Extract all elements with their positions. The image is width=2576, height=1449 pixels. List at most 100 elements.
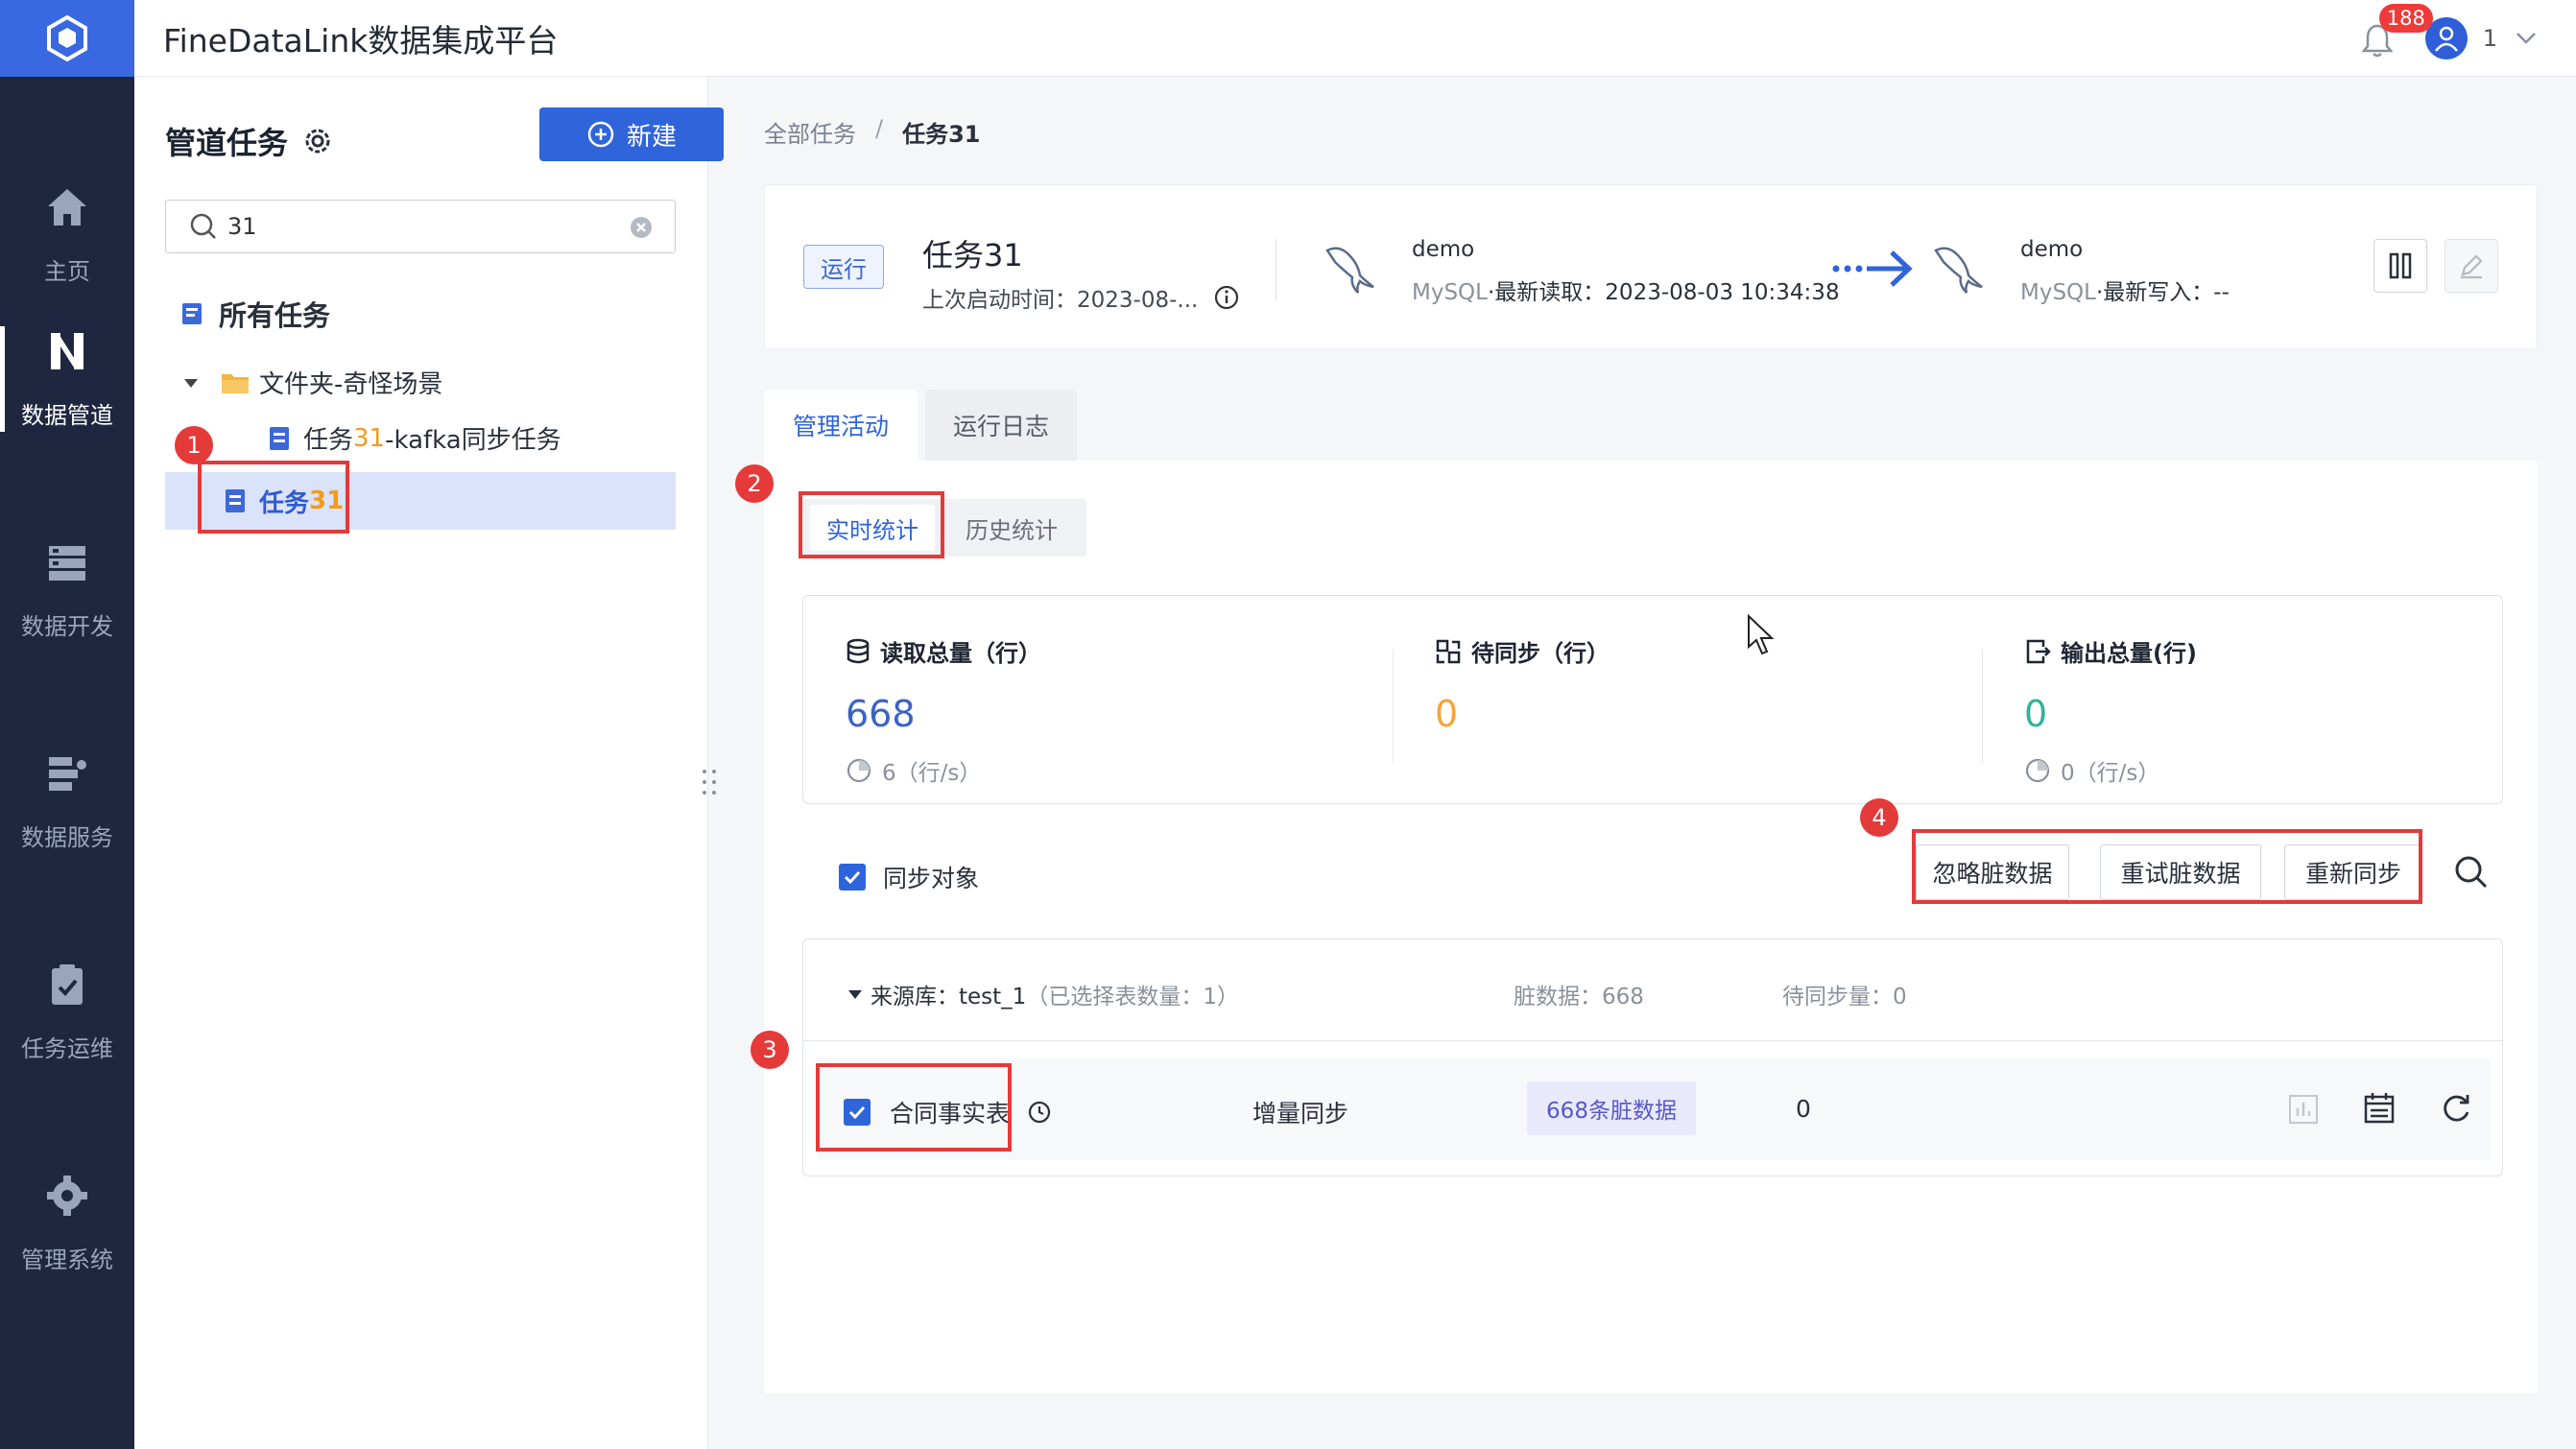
annotation-marker-3: 3 — [751, 1031, 789, 1069]
breadcrumb-current: 任务31 — [902, 121, 981, 148]
tab-run-log[interactable]: 运行日志 — [925, 390, 1077, 461]
target-db-info: MySQL·最新写入：-- — [2020, 273, 2230, 306]
annotation-marker-1: 1 — [175, 426, 213, 464]
flow-arrow-icon — [1832, 250, 1913, 287]
source-read-time: 2023-08-03 10:34:38 — [1605, 280, 1840, 305]
status-badge: 运行 — [803, 245, 884, 289]
search-icon[interactable] — [2453, 854, 2490, 891]
new-task-label: 新建 — [626, 122, 677, 152]
nav-label: 管理系统 — [21, 1246, 113, 1273]
pause-icon — [2389, 252, 2412, 279]
nav-label: 任务运维 — [21, 1034, 113, 1062]
clear-icon[interactable] — [629, 215, 654, 240]
pipeline-icon — [51, 332, 83, 369]
stat-pending: 待同步（行） 0 — [1435, 634, 1610, 735]
selected-table-count: （已选择表数量：1） — [1026, 985, 1239, 1010]
nav-rail: 主页 数据管道 数据开发 数据服务 任务运维 管理系统 — [0, 0, 134, 1449]
drag-handle-icon[interactable] — [701, 768, 718, 796]
pencil-icon — [2461, 254, 2483, 279]
nav-item-service[interactable]: 数据服务 — [0, 710, 134, 892]
sync-object-toggle[interactable]: 同步对象 — [839, 860, 979, 894]
info-icon[interactable] — [1213, 284, 1240, 311]
notification-button[interactable]: 188 — [2361, 4, 2433, 58]
breadcrumb-root[interactable]: 全部任务 — [764, 115, 856, 149]
source-db-info: MySQL·最新读取：2023-08-03 10:34:38 — [1412, 273, 1840, 306]
stat-output-label: 输出总量(行) — [2024, 634, 2197, 668]
breadcrumb: 全部任务 / 任务31 — [764, 115, 981, 149]
last-start-text: 上次启动时间：2023-08-... — [922, 288, 1199, 313]
stat-output-label-text: 输出总量(行) — [2061, 640, 2197, 667]
tree-folder[interactable]: 文件夹-奇怪场景 — [184, 365, 442, 400]
stat-output-rate: 0（行/s） — [2024, 754, 2197, 787]
target-write-time: -- — [2213, 280, 2230, 305]
nav-item-pipeline[interactable]: 数据管道 — [0, 288, 134, 470]
calendar-icon[interactable] — [2362, 1091, 2397, 1126]
source-db: demo MySQL·最新读取：2023-08-03 10:34:38 — [1322, 237, 1840, 306]
dirty-data-badge[interactable]: 668条脏数据 — [1527, 1081, 1696, 1135]
export-file-icon — [2026, 639, 2051, 663]
service-icon — [49, 756, 86, 791]
dev-icon — [49, 545, 85, 581]
bar-chart-icon[interactable] — [2287, 1093, 2320, 1126]
user-name[interactable]: 1 — [2483, 25, 2497, 52]
refresh-icon[interactable] — [2439, 1091, 2473, 1126]
edit-button[interactable] — [2445, 239, 2498, 293]
task-kafka-highlight: 31 — [353, 423, 386, 453]
stat-read-rate-text: 6（行/s） — [882, 761, 982, 786]
all-tasks-label: 所有任务 — [219, 299, 331, 332]
settings-icon[interactable] — [301, 125, 334, 157]
task-kafka-prefix: 任务 — [303, 426, 354, 455]
sync-object-checkbox[interactable] — [839, 864, 866, 891]
breadcrumb-separator: / — [875, 115, 884, 142]
annotation-box-2 — [799, 491, 944, 558]
table-row[interactable]: 合同事实表 增量同步 668条脏数据 0 — [817, 1058, 2491, 1160]
chevron-down-icon[interactable] — [2515, 31, 2538, 46]
annotation-box-3 — [816, 1063, 1012, 1152]
source-db-type: MySQL — [1412, 280, 1488, 305]
pending-total: 待同步量：0 — [1782, 985, 1907, 1010]
stat-pending-label-text: 待同步（行） — [1471, 640, 1610, 667]
stat-output-rate-text: 0（行/s） — [2061, 761, 2160, 786]
stat-read-label-text: 读取总量（行） — [880, 640, 1041, 667]
task-search[interactable] — [165, 200, 676, 253]
nav-item-dev[interactable]: 数据开发 — [0, 499, 134, 681]
app-logo[interactable] — [0, 0, 134, 77]
sync-mode: 增量同步 — [1252, 1100, 1349, 1128]
annotation-box-4 — [1912, 829, 2422, 904]
caret-down-icon[interactable] — [184, 377, 198, 389]
source-group-toggle[interactable]: 来源库：test_1 （已选择表数量：1） — [847, 978, 1239, 1010]
task-kafka-suffix: -kafka同步任务 — [385, 426, 561, 455]
manage-activity-panel: 实时统计 历史统计 读取总量（行） 668 6（行/s） 待同步（行） 0 输出… — [764, 461, 2538, 1393]
database-icon — [847, 638, 870, 663]
dirty-total: 脏数据：668 — [1514, 985, 1644, 1010]
stat-read-value: 668 — [846, 693, 916, 735]
clock-icon[interactable] — [1027, 1100, 1052, 1125]
subtab-history-stats[interactable]: 历史统计 — [944, 505, 1079, 551]
source-read-label: ·最新读取： — [1487, 280, 1606, 305]
book-icon — [182, 303, 202, 324]
nav-item-admin[interactable]: 管理系统 — [0, 1132, 134, 1315]
task-search-input[interactable] — [227, 213, 611, 240]
app-title: FineDataLink数据集成平台 — [163, 21, 559, 59]
check-icon — [844, 870, 861, 885]
stat-pending-value: 0 — [1435, 693, 1459, 735]
sync-object-label: 同步对象 — [883, 865, 980, 892]
nav-label: 数据开发 — [21, 612, 113, 640]
tree-task-kafka[interactable]: 任务 31 -kafka同步任务 — [267, 420, 561, 456]
stat-output-total: 输出总量(行) 0 0（行/s） — [2024, 634, 2197, 787]
stat-read-total: 读取总量（行） 668 6（行/s） — [846, 634, 1041, 787]
tree-title: 管道任务 — [165, 119, 334, 163]
target-db: demo MySQL·最新写入：-- — [1930, 237, 2230, 306]
task-tree-panel: 管道任务 新建 所有任务 — [134, 77, 724, 1449]
tab-manage-activity[interactable]: 管理活动 — [764, 390, 918, 461]
source-group-header: 来源库：test_1 （已选择表数量：1） 脏数据：668 待同步量：0 — [803, 939, 2502, 1041]
tree-all-tasks[interactable]: 所有任务 — [179, 294, 330, 334]
new-task-button[interactable]: 新建 — [539, 107, 724, 161]
nav-item-ops[interactable]: 任务运维 — [0, 921, 134, 1104]
mysql-dolphin-icon — [1325, 247, 1374, 294]
pause-button[interactable] — [2373, 239, 2427, 293]
task-summary-card: 运行 任务31 上次启动时间：2023-08-... demo MySQL·最新… — [764, 184, 2538, 349]
header-actions: 188 1 — [2361, 0, 2538, 77]
source-db-label: 来源库：test_1 — [871, 985, 1027, 1010]
home-icon — [48, 188, 86, 226]
